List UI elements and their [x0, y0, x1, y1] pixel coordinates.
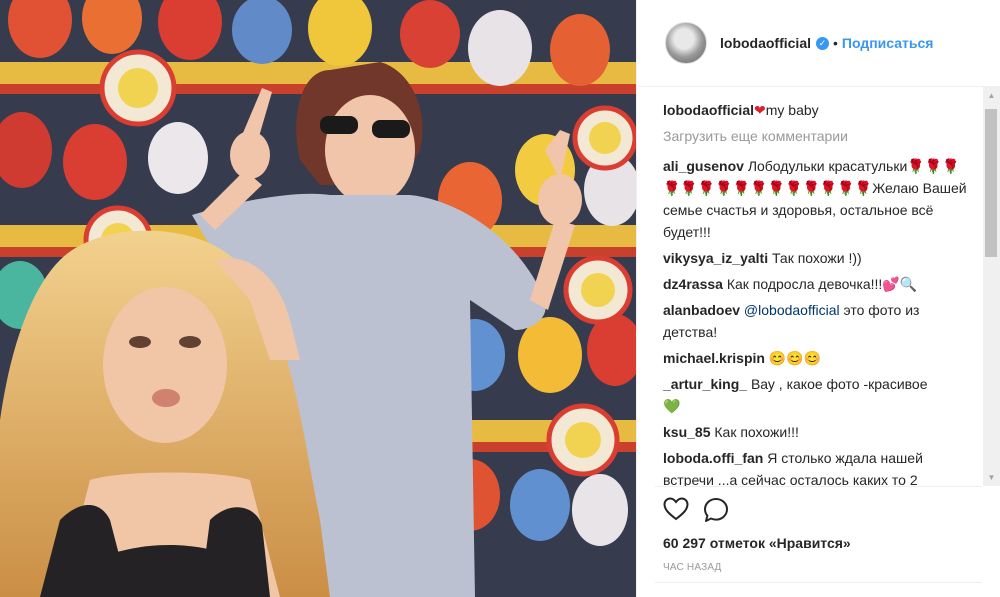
post-photo[interactable] [0, 0, 636, 597]
comment-item: vikysya_iz_yalti Так похожи !)) [663, 247, 973, 269]
smile-emoji-icon: 😊😊😊 [768, 350, 822, 366]
comment-text: Так похожи !)) [771, 250, 862, 266]
separator-dot: • [833, 35, 838, 51]
caption: lobodaofficial❤my baby [663, 99, 973, 121]
verified-badge-icon: ✓ [816, 36, 829, 50]
comments-list[interactable]: lobodaofficial❤my baby Загрузить еще ком… [637, 87, 983, 486]
comment-text: Как похожи!!! [714, 424, 799, 440]
comment-username[interactable]: loboda.offi_fan [663, 450, 763, 466]
comment-username[interactable]: dz4rassa [663, 276, 723, 292]
green-heart-emoji-icon: 💚 [663, 398, 681, 414]
scrollbar-thumb[interactable] [985, 109, 997, 257]
comment-icon[interactable] [703, 497, 729, 523]
scroll-up-arrow-icon[interactable]: ▲ [983, 87, 1000, 104]
follow-button[interactable]: Подписаться [842, 35, 934, 51]
comment-item: _artur_king_ Вау , какое фото -красивое … [663, 373, 973, 417]
comment-username[interactable]: _artur_king_ [663, 376, 747, 392]
comment-username[interactable]: alanbadoev [663, 302, 740, 318]
action-buttons [663, 497, 729, 523]
comment-text: Лободульки красатульки [747, 158, 908, 174]
comment-item: ali_gusenov Лободульки красатульки🌹🌹🌹🌹🌹🌹… [663, 155, 973, 243]
comment-item: ksu_85 Как похожи!!! [663, 421, 973, 443]
heart-icon[interactable] [663, 497, 689, 521]
scroll-down-arrow-icon[interactable]: ▼ [983, 469, 1000, 486]
comment-text: Вау , какое фото -красивое [750, 376, 928, 392]
load-more-comments-button[interactable]: Загрузить еще комментарии [663, 125, 973, 147]
comment-username[interactable]: michael.krispin [663, 350, 765, 366]
comment-username[interactable]: ali_gusenov [663, 158, 744, 174]
bottom-divider [655, 582, 982, 583]
hearts-magnifier-emoji-icon: 💕🔍 [882, 276, 918, 292]
comment-item: alanbadoev @lobodaofficial это фото из д… [663, 299, 973, 343]
photo-illustration [0, 0, 636, 597]
avatar[interactable] [665, 22, 707, 64]
caption-username[interactable]: lobodaofficial [663, 102, 754, 118]
heart-emoji-icon: ❤ [754, 102, 766, 118]
comments-scrollbar[interactable]: ▲ ▼ [983, 87, 1000, 486]
comment-item: michael.krispin 😊😊😊 [663, 347, 973, 369]
post-timestamp[interactable]: ЧАС НАЗАД [663, 562, 722, 573]
comment-text: Как подросла девочка!!! [726, 276, 883, 292]
actions-divider [655, 486, 982, 487]
likes-count[interactable]: 60 297 отметок «Нравится» [663, 535, 851, 551]
comment-username[interactable]: vikysya_iz_yalti [663, 250, 768, 266]
comment-mention-link[interactable]: @lobodaofficial [744, 302, 840, 318]
caption-text: my baby [765, 102, 819, 118]
post-side-panel: lobodaofficial ✓ • Подписаться lobodaoff… [636, 0, 1000, 597]
post-header: lobodaofficial ✓ • Подписаться [637, 0, 1000, 87]
comment-item: loboda.offi_fan Я столько ждала нашей вс… [663, 447, 973, 486]
comment-username[interactable]: ksu_85 [663, 424, 710, 440]
author-username[interactable]: lobodaofficial [720, 35, 811, 51]
comment-item: dz4rassa Как подросла девочка!!!💕🔍 [663, 273, 973, 295]
